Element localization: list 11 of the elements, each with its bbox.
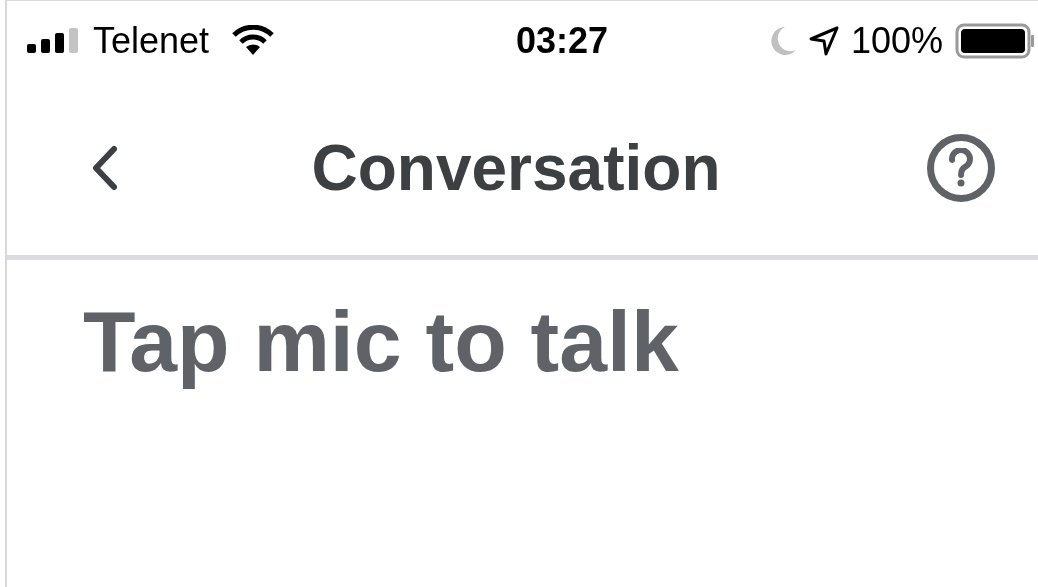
page-title: Conversation [311,130,721,206]
carrier-name: Telenet [93,18,210,63]
battery-icon [955,22,1035,59]
question-mark-icon [948,147,974,188]
help-button[interactable] [927,133,995,202]
battery-percentage: 100% [850,18,943,63]
wifi-icon [231,24,276,57]
moon-icon [768,25,797,56]
location-arrow-icon [808,25,839,56]
prompt-text: Tap mic to talk [82,292,679,391]
clock: 03:27 [515,18,609,63]
